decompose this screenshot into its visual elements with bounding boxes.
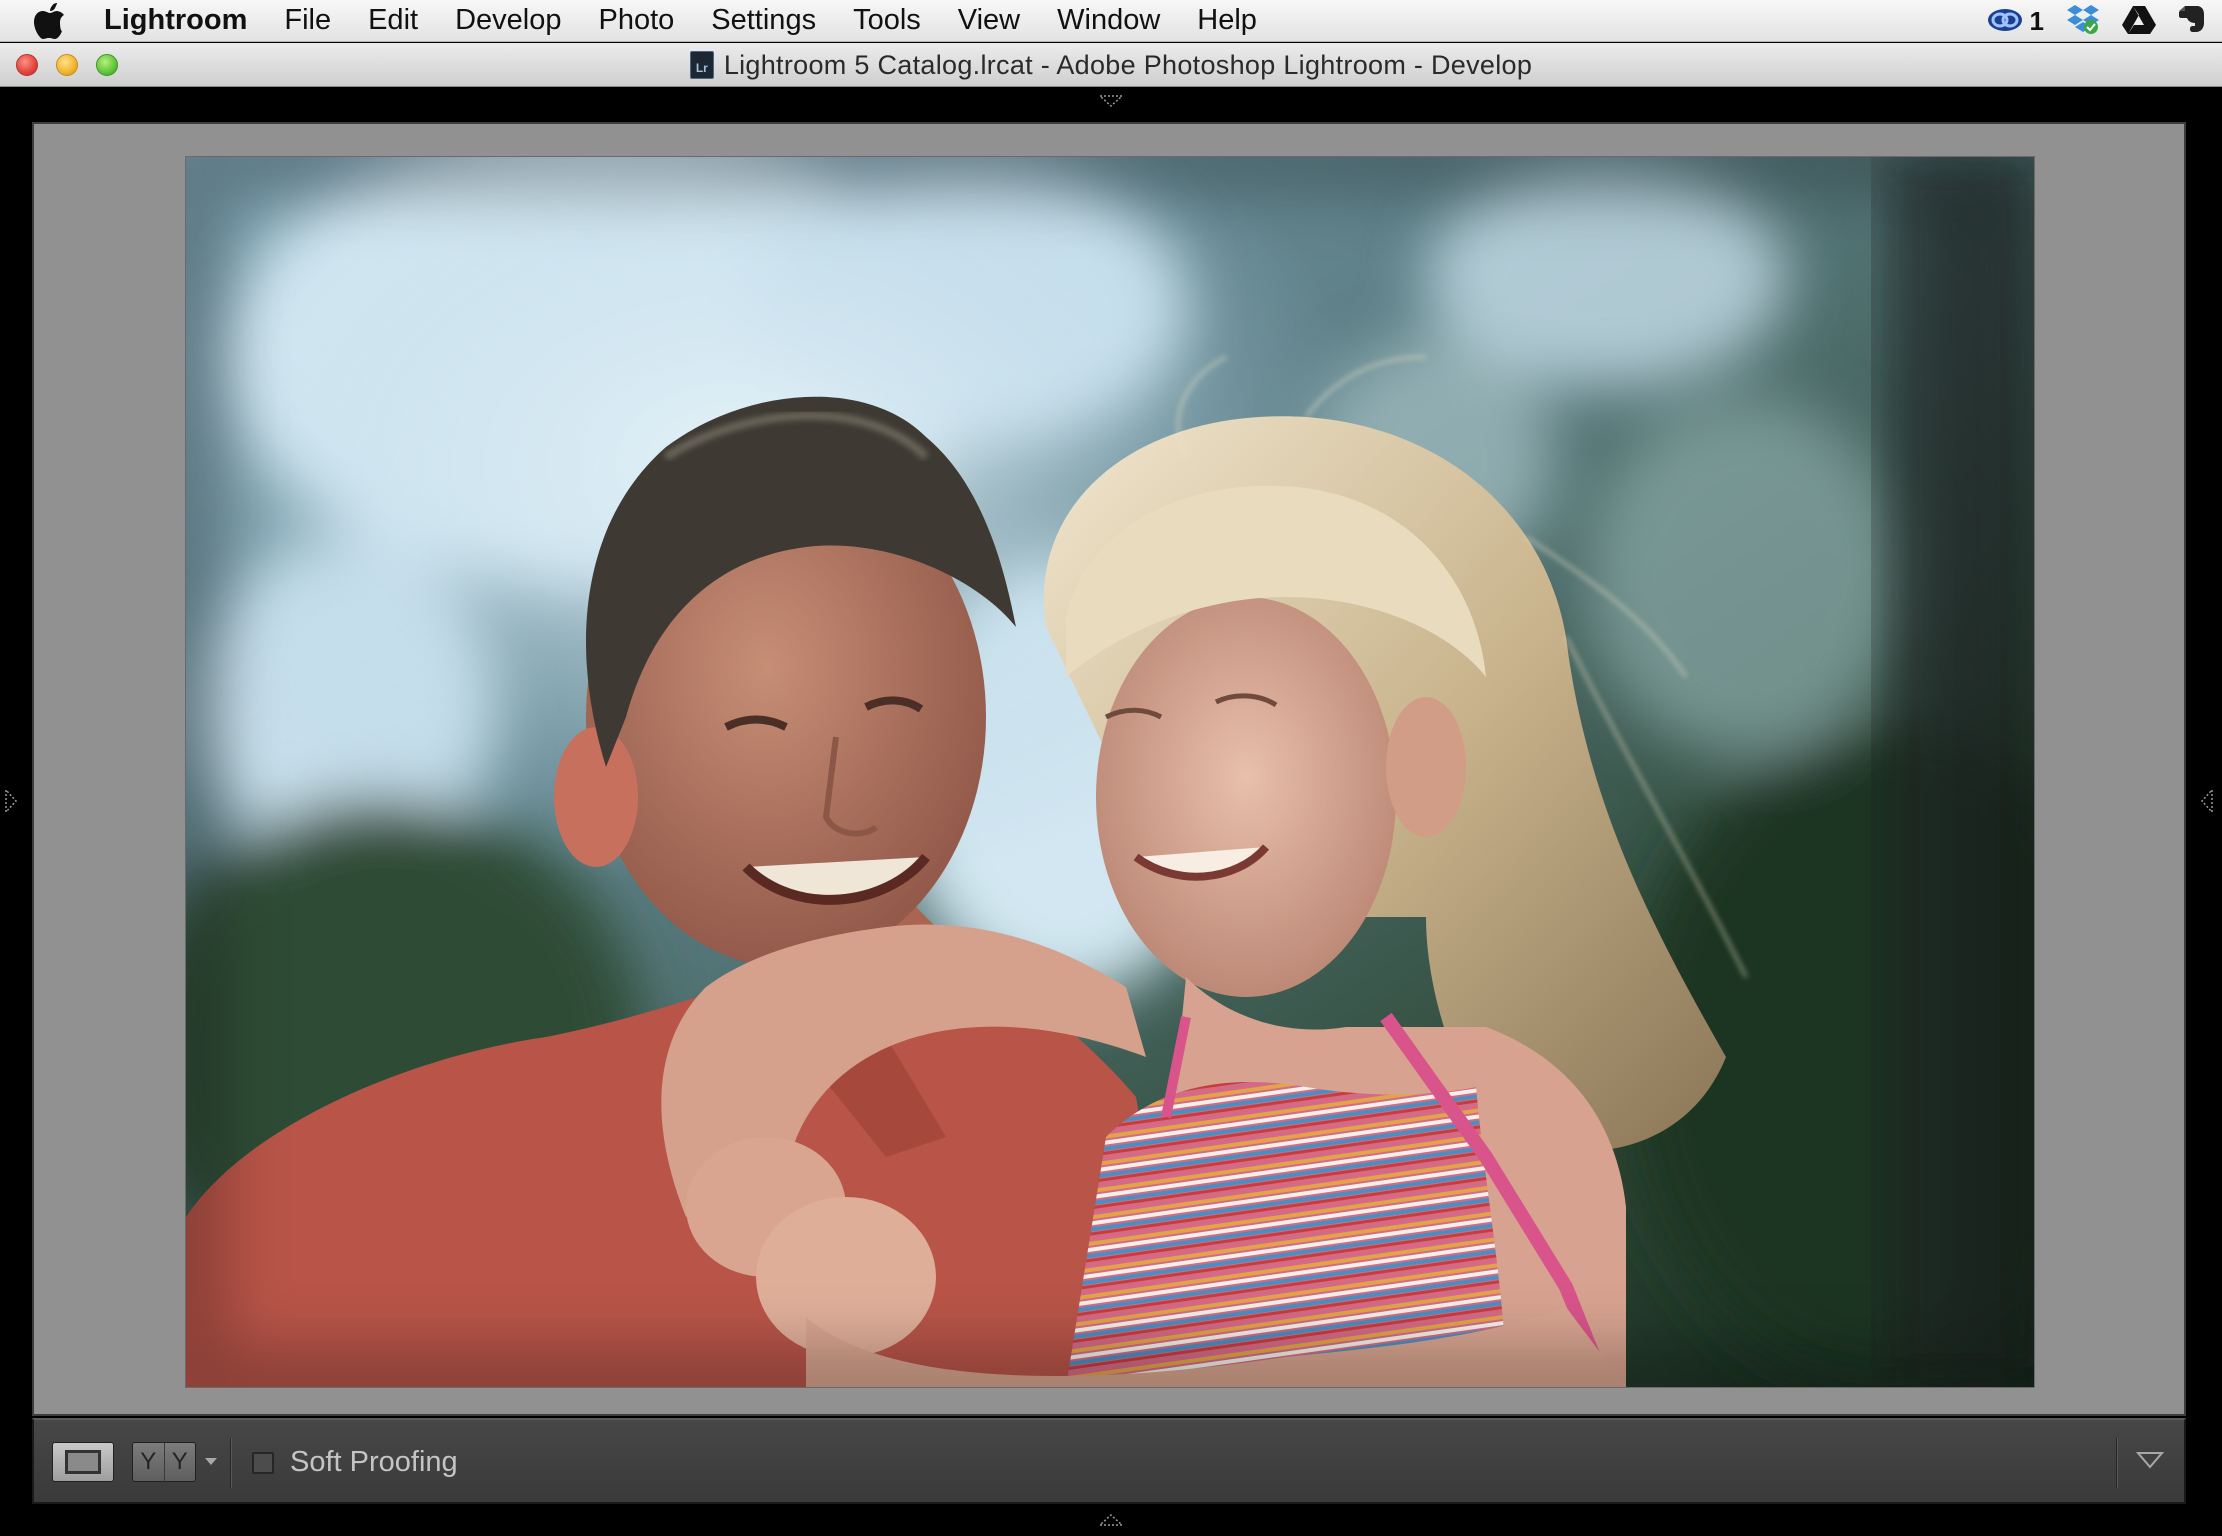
image-canvas — [32, 122, 2186, 1416]
menu-develop[interactable]: Develop — [455, 4, 561, 37]
menu-help[interactable]: Help — [1197, 4, 1257, 37]
menu-edit[interactable]: Edit — [368, 4, 418, 37]
google-drive-icon[interactable] — [2122, 4, 2156, 39]
right-panel-toggle-icon[interactable] — [2200, 788, 2214, 819]
soft-proofing-label[interactable]: Soft Proofing — [290, 1446, 458, 1479]
photo-preview[interactable] — [186, 157, 2034, 1387]
top-panel-toggle-icon[interactable] — [1098, 94, 1124, 113]
soft-proofing-checkbox[interactable] — [252, 1452, 274, 1474]
menu-tools[interactable]: Tools — [853, 4, 921, 37]
menu-view[interactable]: View — [958, 4, 1020, 37]
develop-toolbar: Y Y Soft Proofing — [32, 1418, 2186, 1504]
window-title: Lightroom 5 Catalog.lrcat - Adobe Photos… — [723, 49, 1533, 80]
before-after-dropdown-icon[interactable] — [204, 1454, 218, 1472]
toolbar-divider — [230, 1438, 231, 1488]
menu-photo[interactable]: Photo — [598, 4, 674, 37]
before-after-left-button[interactable]: Y — [133, 1443, 164, 1481]
creative-cloud-icon[interactable] — [1986, 5, 2024, 38]
window-title-bar[interactable]: Lr Lightroom 5 Catalog.lrcat - Adobe Pho… — [0, 43, 2222, 87]
dropbox-icon[interactable] — [2066, 3, 2100, 40]
notification-count: 1 — [2029, 5, 2044, 36]
evernote-icon[interactable] — [2178, 3, 2208, 40]
status-area: 1 — [1986, 0, 2208, 42]
menu-app-name[interactable]: Lightroom — [104, 4, 247, 37]
photo-illustration — [186, 157, 2034, 1387]
toolbar-divider-right — [2116, 1438, 2117, 1488]
develop-workspace: Y Y Soft Proofing — [0, 88, 2222, 1536]
menu-window[interactable]: Window — [1057, 4, 1160, 37]
window-title-wrap: Lr Lightroom 5 Catalog.lrcat - Adobe Pho… — [0, 43, 2222, 87]
apple-icon[interactable] — [34, 2, 74, 39]
left-panel-toggle-icon[interactable] — [4, 788, 18, 819]
toolbar-content-menu-icon[interactable] — [2135, 1450, 2165, 1475]
lightroom-document-icon: Lr — [689, 51, 714, 79]
loupe-view-icon — [65, 1450, 101, 1474]
before-after-button-group[interactable]: Y Y — [132, 1442, 196, 1482]
menu-bar: Lightroom File Edit Develop Photo Settin… — [0, 0, 2222, 42]
loupe-view-button[interactable] — [52, 1442, 114, 1482]
bottom-panel-toggle-icon[interactable] — [1098, 1513, 1124, 1532]
menu-settings[interactable]: Settings — [711, 4, 816, 37]
menu-file[interactable]: File — [284, 4, 331, 37]
before-after-right-button[interactable]: Y — [163, 1443, 196, 1481]
